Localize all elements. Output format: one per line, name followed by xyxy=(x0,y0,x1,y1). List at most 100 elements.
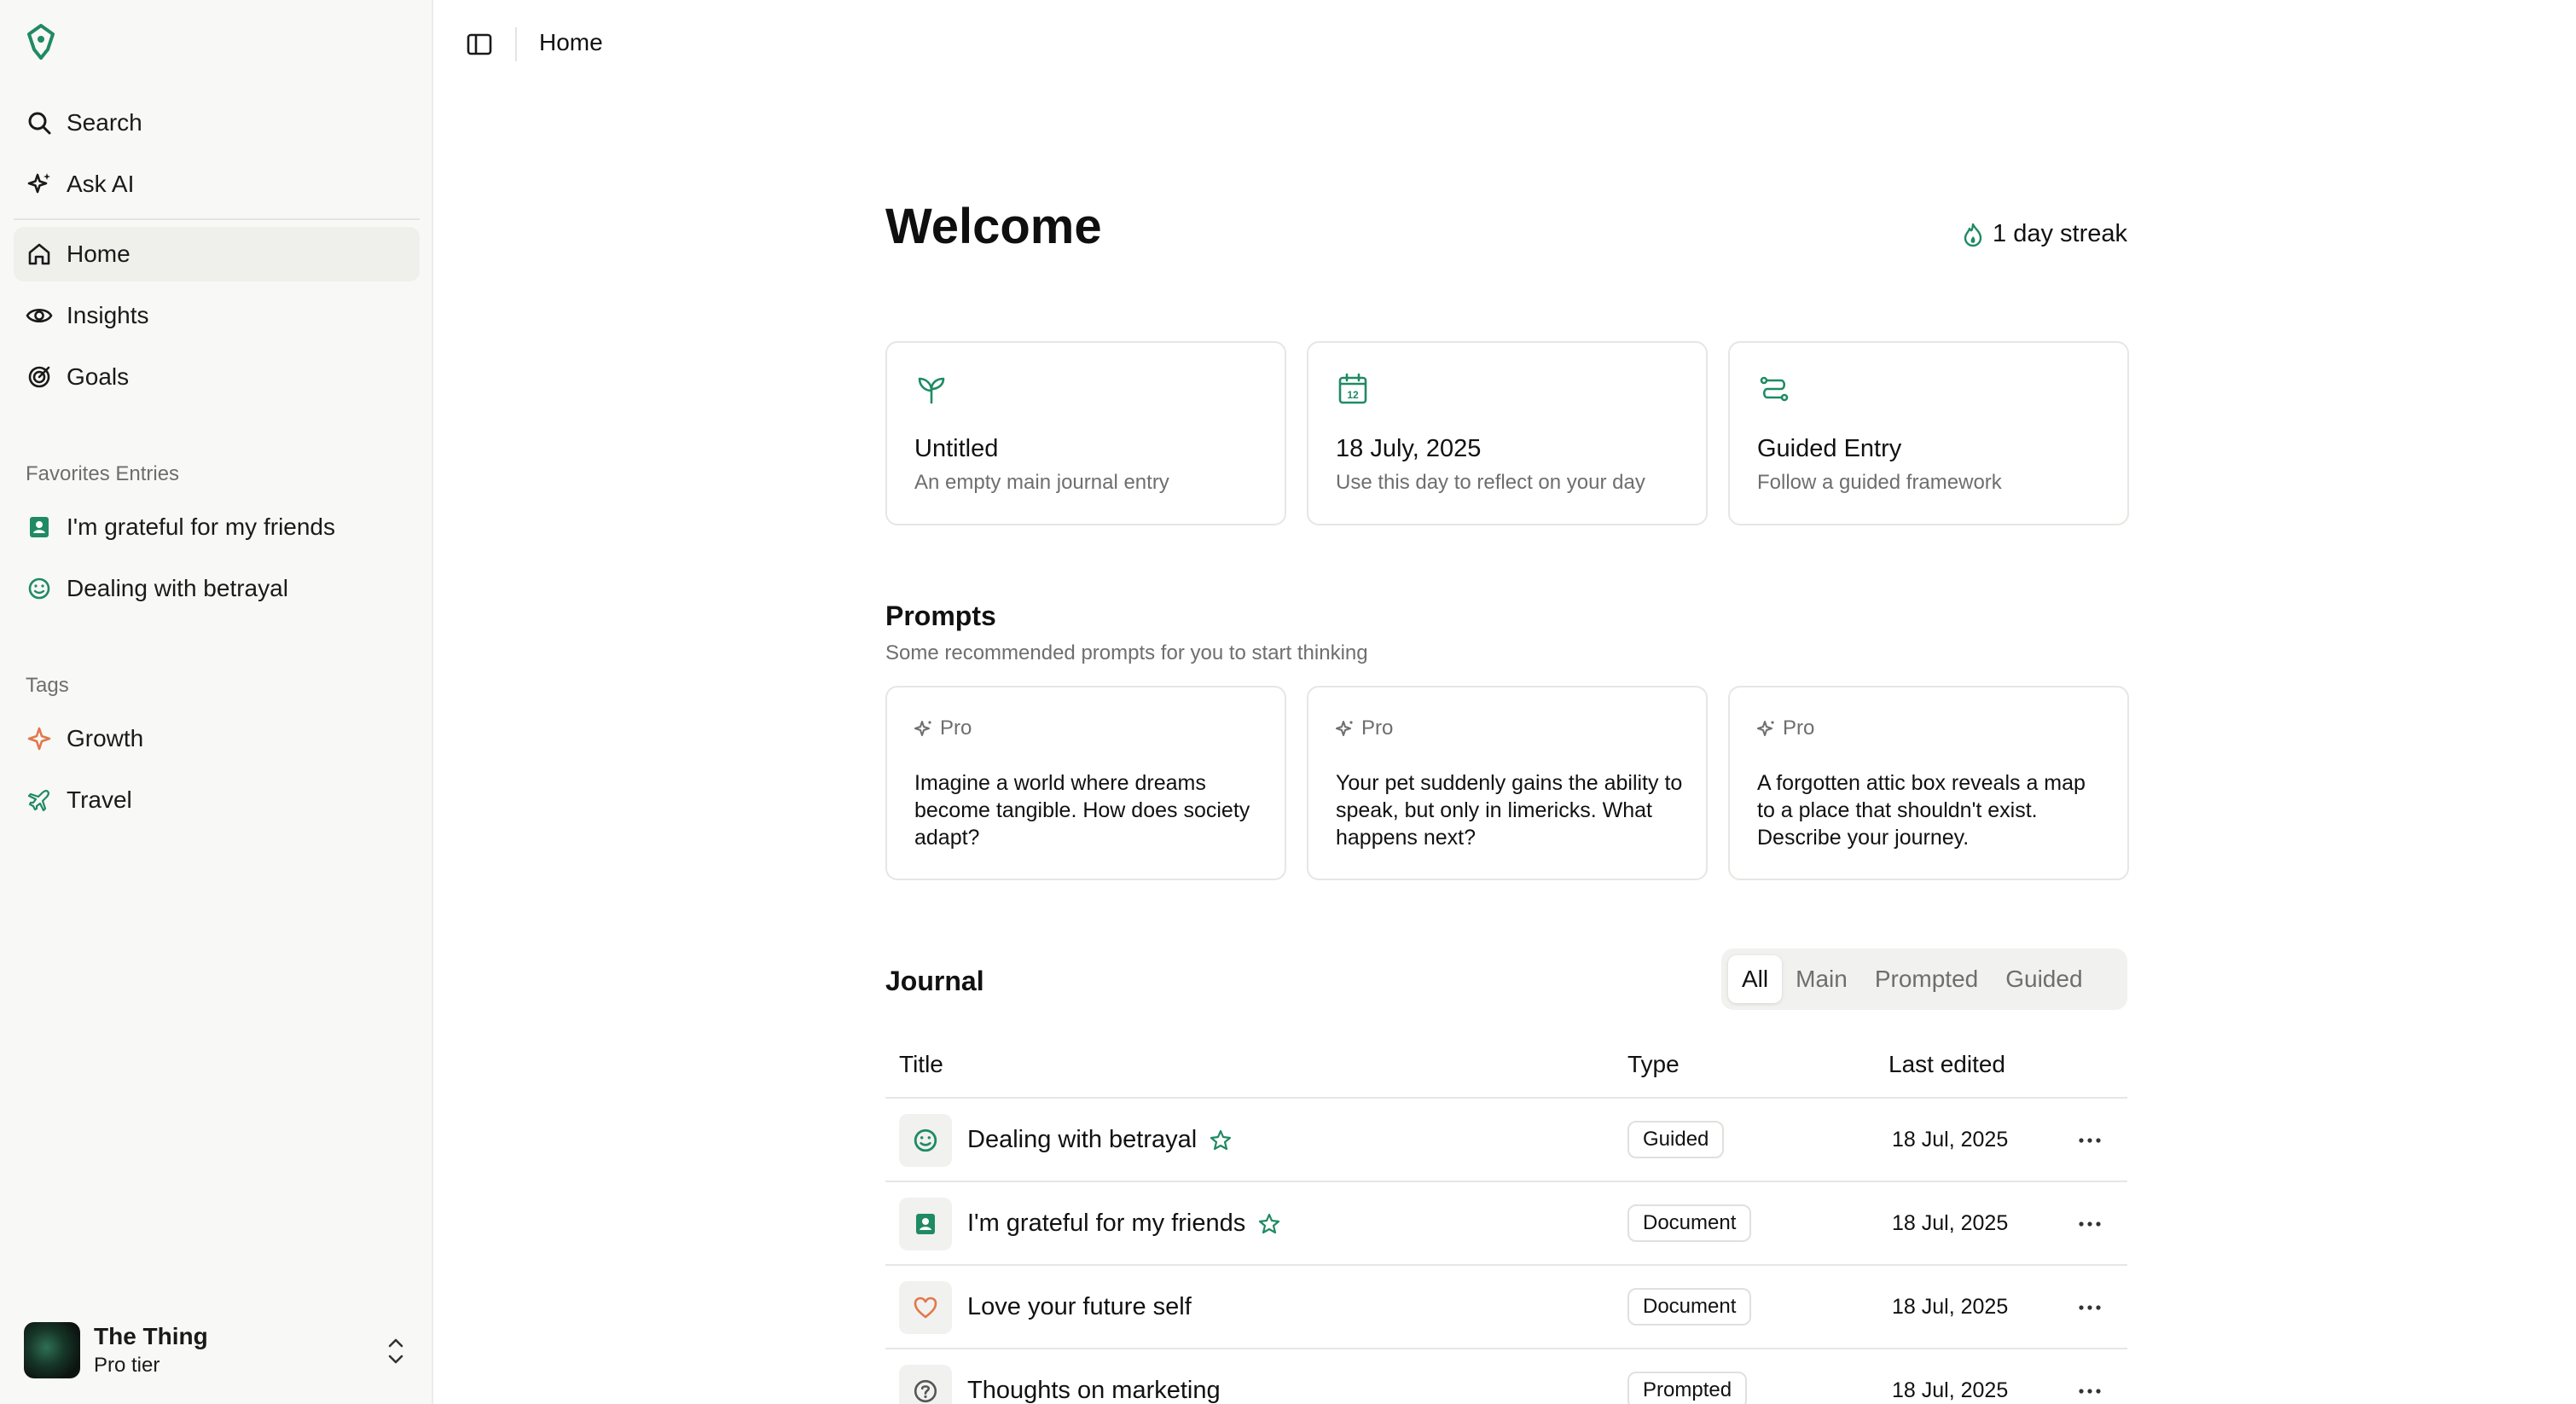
prompt-card[interactable]: Pro Imagine a world where dreams become … xyxy=(885,686,1286,880)
row-title[interactable]: Thoughts on marketing xyxy=(967,1377,1221,1404)
sparkles-icon xyxy=(914,721,931,736)
prompt-text: Imagine a world where dreams become tang… xyxy=(914,771,1250,850)
contact-book-icon xyxy=(899,1198,952,1250)
app-logo-icon[interactable] xyxy=(26,24,56,60)
daily-entry-card[interactable]: 12 18 July, 2025 Use this day to reflect… xyxy=(1307,341,1708,525)
favorite-item-label: I'm grateful for my friends xyxy=(67,513,335,540)
card-subtitle: Follow a guided framework xyxy=(1757,471,2002,494)
nav-insights[interactable]: Insights xyxy=(14,288,420,343)
nav-search-label: Search xyxy=(67,109,142,136)
sparkles-icon xyxy=(1336,721,1353,736)
card-title: Untitled xyxy=(914,435,999,462)
row-date: 18 Jul, 2025 xyxy=(1892,1211,2009,1235)
tags-section-label: Tags xyxy=(26,674,69,697)
card-subtitle: An empty main journal entry xyxy=(914,471,1169,494)
row-date: 18 Jul, 2025 xyxy=(1892,1295,2009,1319)
type-badge: Prompted xyxy=(1627,1372,1748,1404)
filter-tab-prompted[interactable]: Prompted xyxy=(1861,955,1992,1003)
prompts-subtitle: Some recommended prompts for you to star… xyxy=(885,641,1368,664)
row-title-text: Love your future self xyxy=(967,1293,1192,1320)
type-badge: Document xyxy=(1627,1288,1752,1326)
row-title[interactable]: Dealing with betrayal xyxy=(967,1126,1233,1154)
favorite-item-grateful[interactable]: I'm grateful for my friends xyxy=(14,500,420,554)
star-icon[interactable] xyxy=(1209,1128,1233,1152)
more-options-icon[interactable] xyxy=(2074,1295,2105,1320)
prompts-title: Prompts xyxy=(885,600,996,631)
pro-badge: Pro xyxy=(914,717,972,740)
topbar-divider xyxy=(515,27,517,61)
journal-title: Journal xyxy=(885,966,984,996)
user-switcher[interactable]: The Thing Pro tier xyxy=(24,1320,413,1380)
nav-ask-ai-label: Ask AI xyxy=(67,171,135,197)
tag-item-travel[interactable]: Travel xyxy=(14,773,420,827)
contact-book-icon xyxy=(26,513,53,541)
sidebar-divider xyxy=(14,218,420,220)
guided-entry-card[interactable]: Guided Entry Follow a guided framework xyxy=(1728,341,2129,525)
question-icon xyxy=(899,1365,952,1404)
filter-tab-all[interactable]: All xyxy=(1728,955,1783,1003)
filter-tab-guided[interactable]: Guided xyxy=(1992,955,2096,1003)
favorites-section-label: Favorites Entries xyxy=(26,462,180,485)
filter-tab-main[interactable]: Main xyxy=(1782,955,1861,1003)
tag-item-label: Growth xyxy=(67,725,144,751)
prompt-card[interactable]: Pro Your pet suddenly gains the ability … xyxy=(1307,686,1708,880)
table-row[interactable]: Thoughts on marketing Prompted 18 Jul, 2… xyxy=(885,1349,2127,1404)
more-options-icon[interactable] xyxy=(2074,1378,2105,1404)
nav-ask-ai[interactable]: Ask AI xyxy=(14,157,420,212)
favorite-item-label: Dealing with betrayal xyxy=(67,575,288,601)
favorite-item-betrayal[interactable]: Dealing with betrayal xyxy=(14,561,420,616)
nav-goals-label: Goals xyxy=(67,363,130,390)
tag-item-growth[interactable]: Growth xyxy=(14,711,420,766)
new-untitled-card[interactable]: Untitled An empty main journal entry xyxy=(885,341,1286,525)
pro-badge-label: Pro xyxy=(940,717,972,740)
card-title: 18 July, 2025 xyxy=(1336,435,1482,462)
nav-insights-label: Insights xyxy=(67,302,149,328)
column-header-last-edited[interactable]: Last edited xyxy=(1888,1051,2005,1078)
avatar xyxy=(24,1322,80,1378)
column-header-title[interactable]: Title xyxy=(899,1051,943,1078)
card-subtitle: Use this day to reflect on your day xyxy=(1336,471,1645,494)
nav-goals[interactable]: Goals xyxy=(14,350,420,404)
row-date: 18 Jul, 2025 xyxy=(1892,1378,2009,1402)
more-options-icon[interactable] xyxy=(2074,1128,2105,1153)
tag-item-label: Travel xyxy=(67,786,132,813)
eye-icon xyxy=(26,302,53,329)
type-badge: Document xyxy=(1627,1204,1752,1242)
sprout-icon xyxy=(918,377,945,404)
table-row[interactable]: I'm grateful for my friends Document 18 … xyxy=(885,1182,2127,1266)
pro-badge-label: Pro xyxy=(1783,717,1815,740)
row-title-text: Thoughts on marketing xyxy=(967,1377,1221,1404)
prompt-text: Your pet suddenly gains the ability to s… xyxy=(1336,771,1683,850)
chevron-up-down-icon xyxy=(388,1338,403,1364)
calendar-day-text: 12 xyxy=(1347,389,1359,401)
sparkle-icon xyxy=(26,725,53,752)
pro-badge: Pro xyxy=(1336,717,1393,740)
search-icon xyxy=(26,109,53,136)
smiley-icon xyxy=(899,1114,952,1167)
target-icon xyxy=(26,363,53,391)
nav-search[interactable]: Search xyxy=(14,96,420,150)
user-name: The Thing xyxy=(94,1323,208,1349)
nav-home-label: Home xyxy=(67,241,131,267)
pro-badge-label: Pro xyxy=(1361,717,1394,740)
row-title[interactable]: I'm grateful for my friends xyxy=(967,1210,1281,1238)
prompt-text: A forgotten attic box reveals a map to a… xyxy=(1757,771,2086,850)
row-title-text: I'm grateful for my friends xyxy=(967,1210,1246,1237)
heart-icon xyxy=(899,1281,952,1334)
star-icon[interactable] xyxy=(1257,1212,1281,1236)
smiley-icon xyxy=(26,575,53,602)
row-title[interactable]: Love your future self xyxy=(967,1293,1192,1321)
breadcrumb: Home xyxy=(539,29,603,55)
prompt-card[interactable]: Pro A forgotten attic box reveals a map … xyxy=(1728,686,2129,880)
table-row[interactable]: Dealing with betrayal Guided 18 Jul, 202… xyxy=(885,1099,2127,1182)
sidebar-toggle-icon[interactable] xyxy=(466,31,493,58)
card-title: Guided Entry xyxy=(1757,435,1902,462)
nav-home[interactable]: Home xyxy=(14,227,420,281)
streak-indicator: 1 day streak xyxy=(1962,220,2127,248)
journal-filter-tabs: All Main Prompted Guided xyxy=(1721,949,2127,1010)
plane-icon xyxy=(26,786,53,814)
more-options-icon[interactable] xyxy=(2074,1211,2105,1237)
column-header-type[interactable]: Type xyxy=(1627,1051,1680,1078)
sidebar: Search Ask AI Home Insights Goals Favori… xyxy=(0,0,433,1404)
table-row[interactable]: Love your future self Document 18 Jul, 2… xyxy=(885,1266,2127,1349)
